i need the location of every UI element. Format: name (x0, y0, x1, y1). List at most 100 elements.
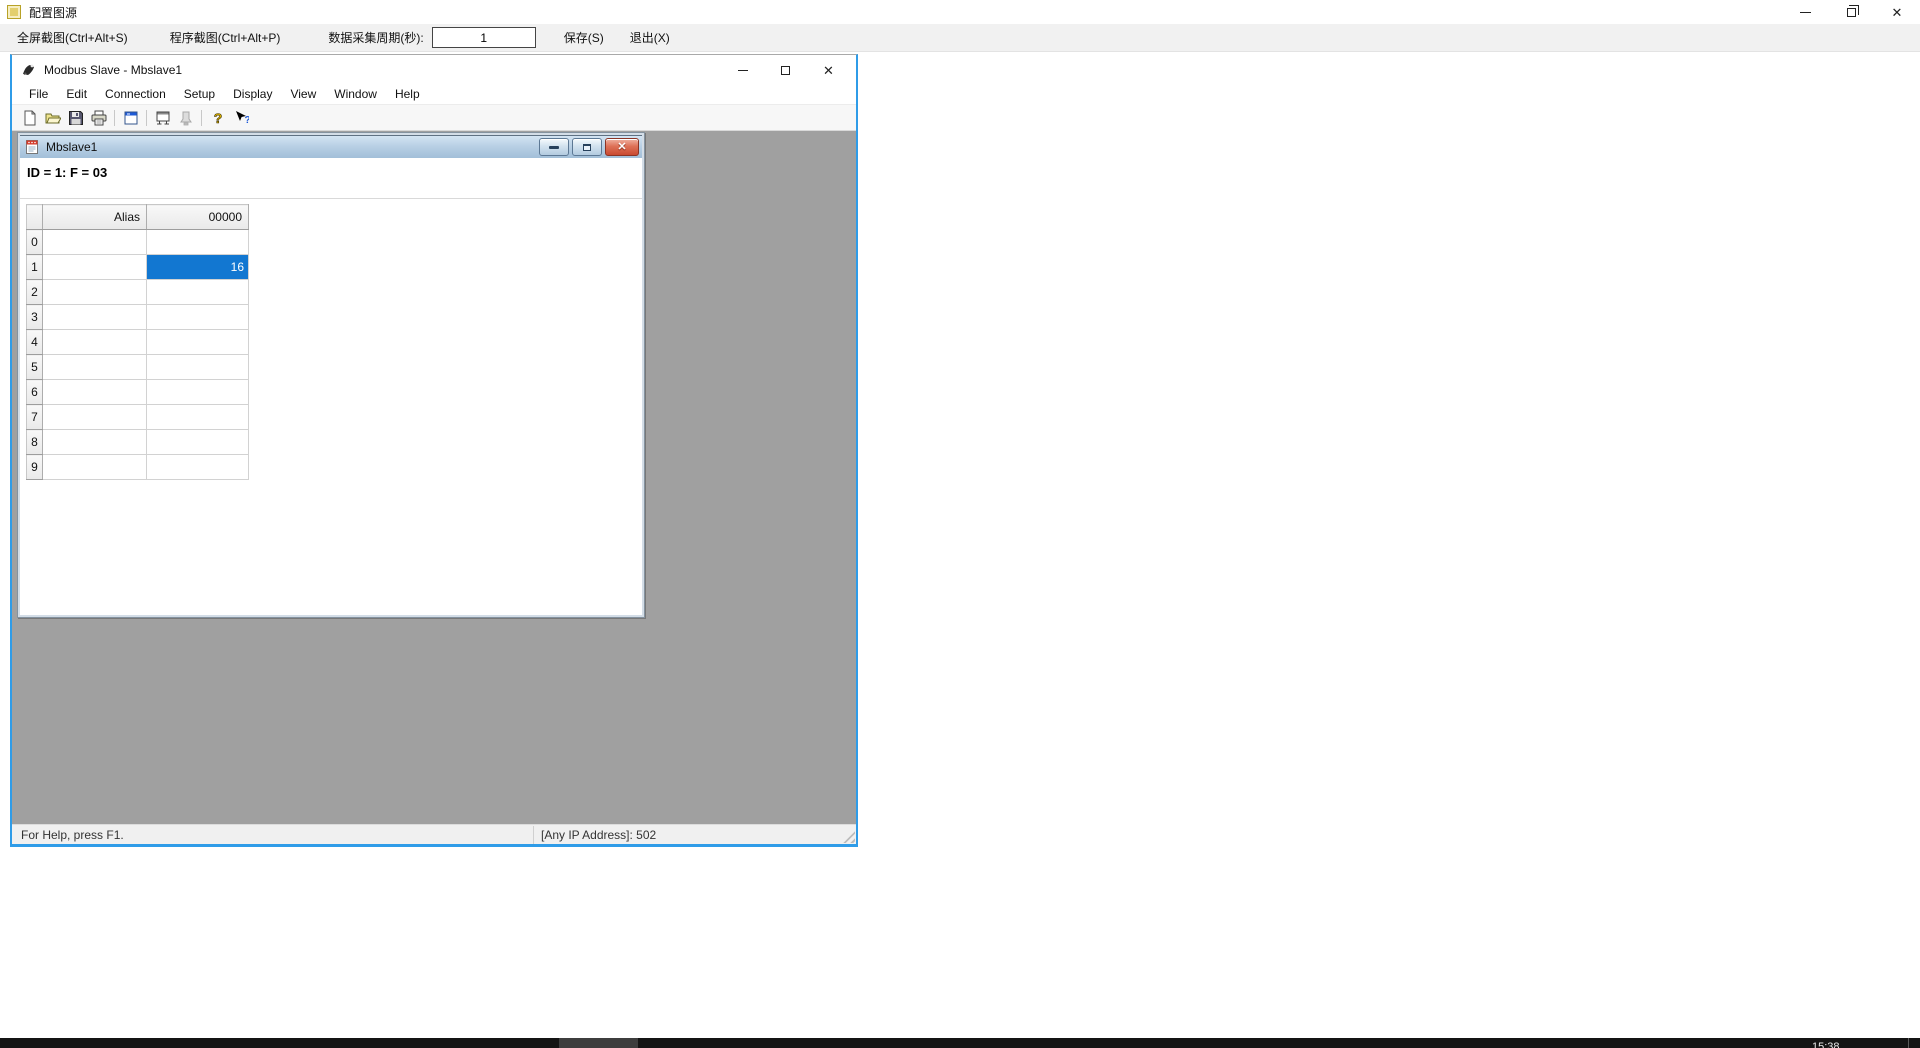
table-row: 9 (27, 455, 249, 480)
save-icon (68, 110, 84, 126)
toolbar-display-settings-button[interactable] (119, 107, 142, 129)
register-grid-body: Alias 00000 01 16 23456789 (27, 205, 249, 480)
child-title: Mbslave1 (46, 140, 97, 154)
modbus-maximize-button[interactable] (764, 55, 807, 85)
app-titlebar: 配置图源 ✕ (0, 0, 1920, 24)
menu-item-help[interactable]: Help (386, 85, 429, 104)
taskbar-clock: 15:38 (1812, 1041, 1840, 1048)
corner-cell[interactable] (27, 205, 43, 230)
toolbar-context-help-button[interactable]: ? (229, 107, 252, 129)
row-header-cell[interactable]: 7 (27, 405, 43, 430)
app-icon (7, 5, 21, 19)
menu-item-display[interactable]: Display (224, 85, 281, 104)
status-pane-separator (533, 826, 534, 844)
alias-cell[interactable] (43, 355, 147, 380)
new-document-icon (22, 110, 38, 126)
value-cell[interactable] (147, 455, 249, 480)
app-close-button[interactable]: ✕ (1874, 0, 1920, 24)
modbus-close-button[interactable]: ✕ (807, 55, 850, 85)
minimize-icon (549, 146, 559, 149)
row-header-cell[interactable]: 6 (27, 380, 43, 405)
value-cell[interactable] (147, 430, 249, 455)
value-cell[interactable] (147, 380, 249, 405)
modbus-slave-window: Modbus Slave - Mbslave1 ✕ FileEditConnec… (10, 54, 858, 847)
read-definition-icon (155, 110, 171, 126)
row-header-cell[interactable]: 9 (27, 455, 43, 480)
value-cell[interactable] (147, 405, 249, 430)
child-client-area: ID = 1: F = 03 Alias 00000 01 16 23456789 (20, 158, 642, 615)
alias-cell[interactable] (43, 280, 147, 305)
register-id-label: ID = 1: F = 03 (27, 165, 107, 180)
table-row: 4 (27, 330, 249, 355)
app-minimize-button[interactable] (1782, 0, 1828, 24)
exit-button[interactable]: 退出(X) (630, 29, 670, 46)
help-icon: ? (210, 110, 226, 126)
save-button[interactable]: 保存(S) (564, 29, 604, 46)
show-desktop-divider (1908, 1038, 1909, 1048)
alias-cell[interactable] (43, 380, 147, 405)
taskbar[interactable]: 15:38 (0, 1038, 1920, 1048)
program-capture-button[interactable]: 程序截图(Ctrl+Alt+P) (170, 29, 281, 46)
alias-cell[interactable] (43, 330, 147, 355)
modbus-titlebar[interactable]: Modbus Slave - Mbslave1 ✕ (12, 55, 856, 85)
child-close-button[interactable]: ✕ (605, 138, 639, 156)
document-icon (24, 139, 40, 155)
fullscreen-capture-button[interactable]: 全屏截图(Ctrl+Alt+S) (17, 29, 128, 46)
child-minimize-button[interactable] (539, 138, 569, 156)
alias-cell[interactable] (43, 405, 147, 430)
capture-cycle-input[interactable] (432, 27, 536, 48)
taskbar-app-button[interactable] (559, 1038, 638, 1048)
value-cell[interactable] (147, 305, 249, 330)
app-restore-button[interactable] (1828, 0, 1874, 24)
value-cell[interactable] (147, 280, 249, 305)
toolbar-communication-button[interactable] (174, 107, 197, 129)
child-caption-buttons: ✕ (539, 138, 639, 156)
row-header-cell[interactable]: 5 (27, 355, 43, 380)
toolbar-print-button[interactable] (87, 107, 110, 129)
child-titlebar[interactable]: Mbslave1 ✕ (20, 135, 642, 158)
app-toolbar: 全屏截图(Ctrl+Alt+S) 程序截图(Ctrl+Alt+P) 数据采集周期… (0, 24, 1920, 52)
row-header-cell[interactable]: 3 (27, 305, 43, 330)
table-row: 0 (27, 230, 249, 255)
menu-item-setup[interactable]: Setup (175, 85, 224, 104)
menu-item-edit[interactable]: Edit (57, 85, 96, 104)
resize-grip[interactable] (842, 830, 855, 843)
child-restore-button[interactable] (572, 138, 602, 156)
help-glyph: ? (213, 110, 222, 126)
row-header-cell[interactable]: 0 (27, 230, 43, 255)
restore-icon (1847, 8, 1856, 17)
toolbar-separator (201, 110, 202, 126)
alias-cell[interactable] (43, 305, 147, 330)
communication-icon (178, 110, 194, 126)
col-header-address[interactable]: 00000 (147, 205, 249, 230)
row-header-cell[interactable]: 1 (27, 255, 43, 280)
selected-value-cell[interactable]: 16 (147, 255, 249, 280)
col-header-alias[interactable]: Alias (43, 205, 147, 230)
menu-item-view[interactable]: View (281, 85, 325, 104)
modbus-minimize-button[interactable] (721, 55, 764, 85)
toolbar-read-definition-button[interactable] (151, 107, 174, 129)
value-cell[interactable] (147, 330, 249, 355)
row-header-cell[interactable]: 4 (27, 330, 43, 355)
toolbar-save-button[interactable] (64, 107, 87, 129)
toolbar-new-button[interactable] (18, 107, 41, 129)
value-cell[interactable] (147, 230, 249, 255)
menu-item-window[interactable]: Window (325, 85, 386, 104)
toolbar-open-button[interactable] (41, 107, 64, 129)
alias-cell[interactable] (43, 255, 147, 280)
row-header-cell[interactable]: 2 (27, 280, 43, 305)
table-row: 8 (27, 430, 249, 455)
maximize-icon (781, 66, 790, 75)
row-header-cell[interactable]: 8 (27, 430, 43, 455)
value-cell[interactable] (147, 355, 249, 380)
menu-item-connection[interactable]: Connection (96, 85, 175, 104)
alias-cell[interactable] (43, 455, 147, 480)
toolbar-help-button[interactable]: ? (206, 107, 229, 129)
alias-cell[interactable] (43, 230, 147, 255)
register-grid: Alias 00000 01 16 23456789 (26, 204, 249, 480)
table-row: 5 (27, 355, 249, 380)
modbus-menubar: FileEditConnectionSetupDisplayViewWindow… (12, 85, 856, 104)
alias-cell[interactable] (43, 430, 147, 455)
menu-item-file[interactable]: File (20, 85, 57, 104)
svg-text:?: ? (244, 115, 249, 126)
